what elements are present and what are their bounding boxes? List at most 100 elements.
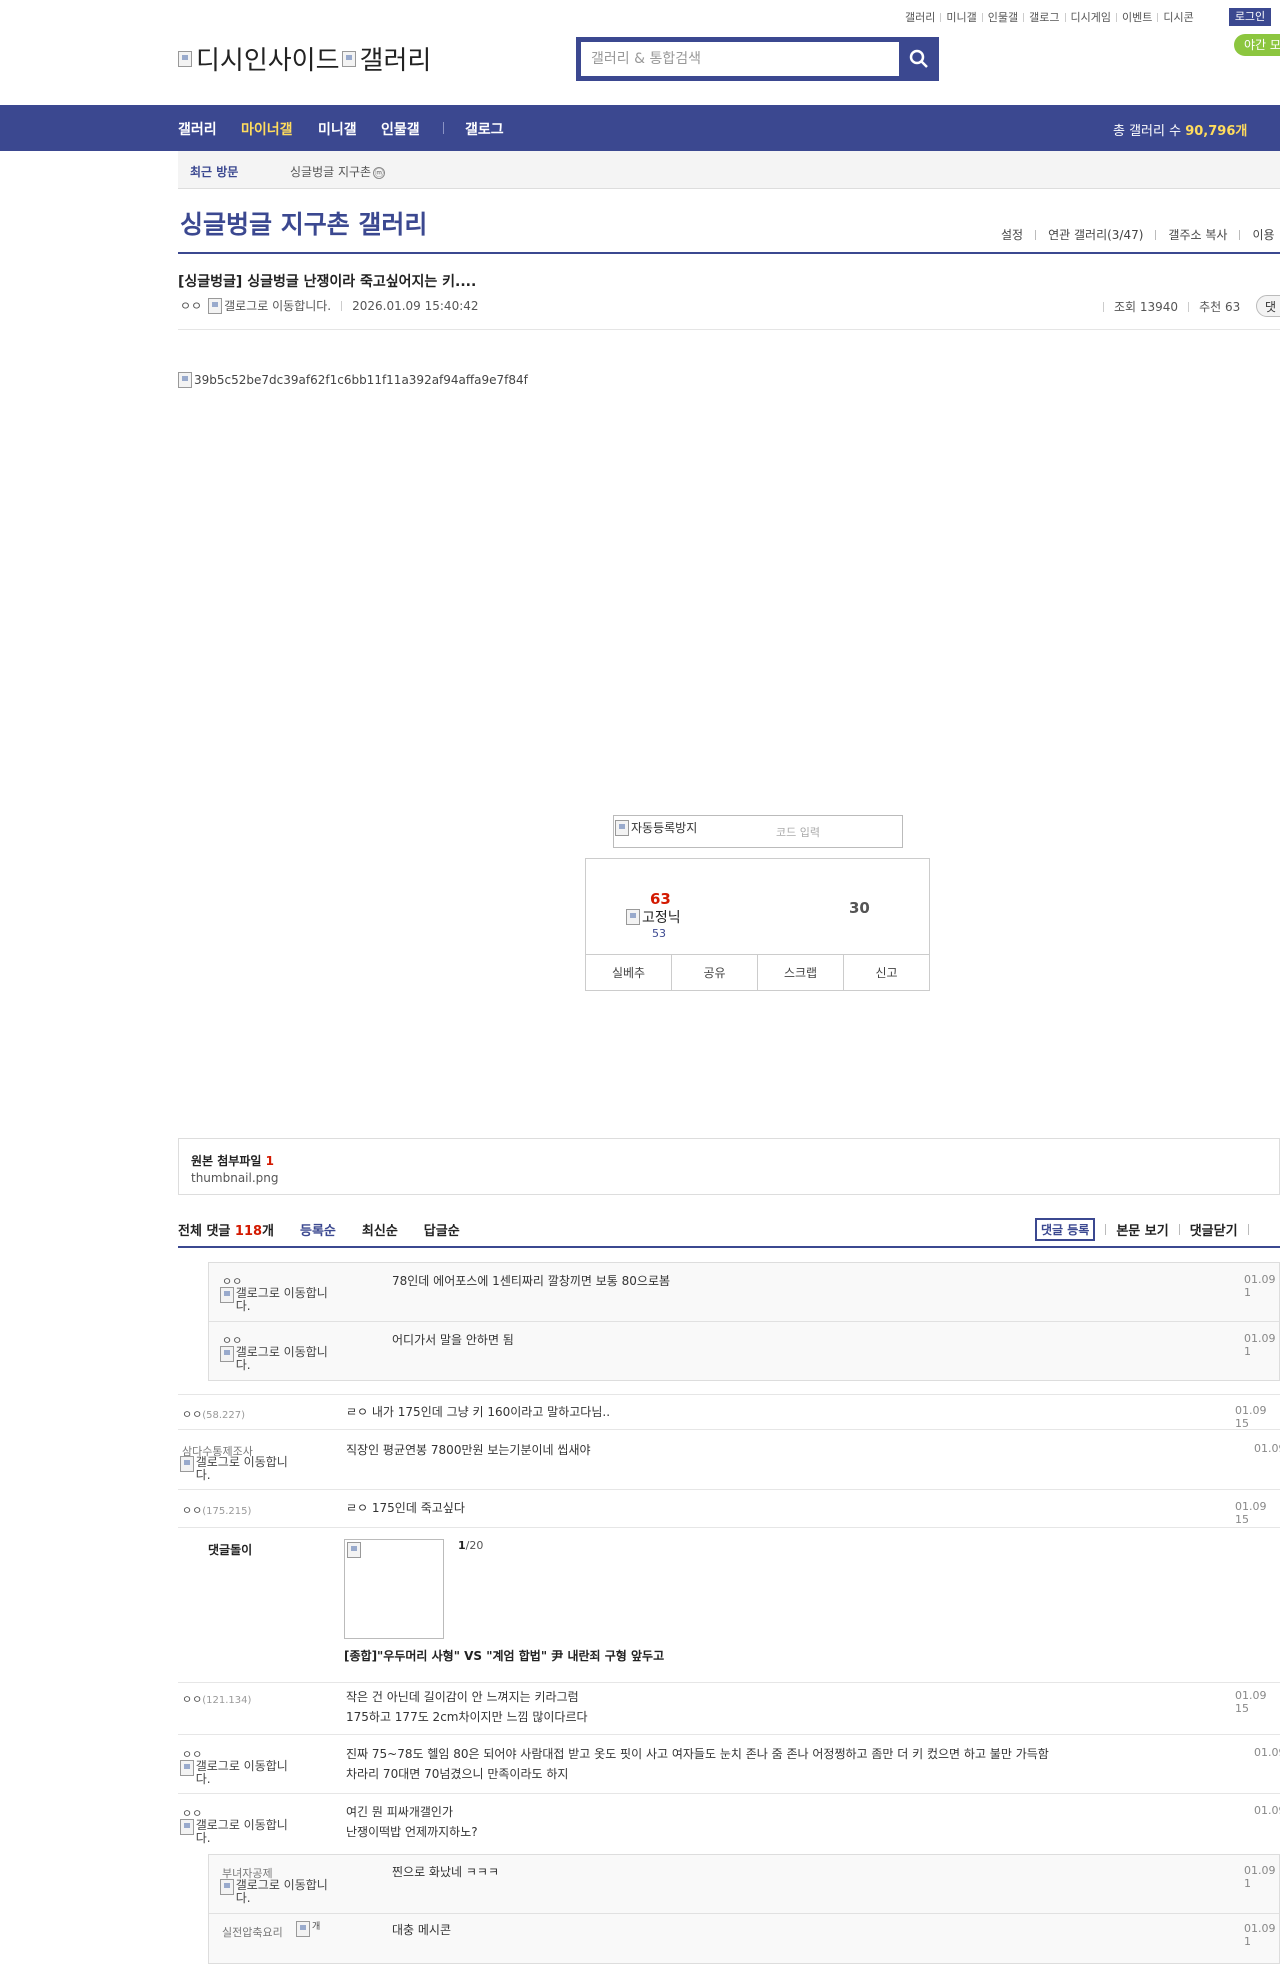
broken-image-icon bbox=[341, 50, 356, 67]
gallog-link[interactable]: 갤로그로 이동합니다. bbox=[208, 297, 331, 314]
nav-item-mini-gallery[interactable]: 미니갤 bbox=[318, 119, 357, 139]
broken-image-icon bbox=[615, 819, 629, 836]
captcha-input[interactable] bbox=[724, 820, 894, 844]
vote-box: 63 고정닉 53 30 실베추 공유 스크랩 신고 bbox=[585, 858, 930, 991]
comment-date: 01.09 1 bbox=[1244, 1332, 1276, 1358]
recent-visit-bar: 최근 방문 싱글벙글 지구촌 ⓜ bbox=[178, 151, 1280, 189]
broken-image-icon bbox=[626, 909, 640, 925]
top-link-dcgame[interactable]: 디시게임 bbox=[1071, 9, 1111, 25]
post-date: 2026.01.09 15:40:42 bbox=[352, 298, 479, 313]
post-views: 조회 13940 bbox=[1114, 300, 1179, 314]
comment-date: 01.09 15 bbox=[1235, 1500, 1267, 1526]
usage-link[interactable]: 이용 bbox=[1252, 226, 1274, 243]
gallog-link[interactable]: 갤로그로 이동합니다. bbox=[180, 1760, 300, 1786]
broken-image-icon bbox=[347, 1542, 361, 1558]
recent-visit-item[interactable]: 싱글벙글 지구촌 ⓜ bbox=[290, 163, 386, 180]
top-link-event[interactable]: 이벤트 bbox=[1122, 9, 1152, 25]
captcha-image: 자동등록방지 bbox=[615, 819, 697, 836]
nav-item-person-gallery[interactable]: 인물갤 bbox=[381, 119, 420, 139]
comment-text: 찐으로 화났네 ㅋㅋㅋ bbox=[392, 1865, 499, 1879]
comment-text: 여긴 뭔 피싸개갤인가 bbox=[346, 1805, 453, 1819]
comment-nick[interactable]: 실전압축요리 bbox=[222, 1924, 283, 1940]
comment-date: 01.09 1 bbox=[1244, 1864, 1276, 1890]
gallog-link[interactable]: 갤로그로 이동합니다. bbox=[180, 1819, 300, 1845]
site-logo[interactable]: 디시인사이드 갤러리 bbox=[178, 40, 431, 77]
comment-header: 전체 댓글 118개 등록순 최신순 답글순 bbox=[178, 1220, 460, 1239]
downvote-count[interactable]: 30 bbox=[849, 899, 870, 917]
post-recommends: 추천 63 bbox=[1199, 300, 1241, 314]
attachment-file-link[interactable]: thumbnail.png bbox=[191, 1171, 279, 1185]
sort-latest-tab[interactable]: 최신순 bbox=[362, 1220, 398, 1239]
attachment-title: 원본 첨부파일 1 bbox=[191, 1154, 274, 1168]
fixed-nick-recommend[interactable]: 고정닉 bbox=[626, 907, 681, 927]
comment-text: 대충 메시콘 bbox=[392, 1923, 452, 1937]
comment-bot-headline[interactable]: [종합]"우두머리 사형" VS "계엄 합법" 尹 내란죄 구형 앞두고 bbox=[344, 1647, 664, 1664]
comment-date: 01.09 1 bbox=[1244, 1273, 1276, 1299]
report-button[interactable]: 신고 bbox=[844, 955, 929, 991]
search-icon[interactable] bbox=[908, 48, 930, 70]
related-gallery-link[interactable]: 연관 갤러리(3/47) bbox=[1048, 226, 1143, 243]
minor-badge-icon: ⓜ bbox=[373, 167, 386, 179]
comment-count-button[interactable]: 댓 bbox=[1256, 295, 1280, 317]
comment-row bbox=[178, 1794, 1280, 1852]
sort-reply-tab[interactable]: 답글순 bbox=[424, 1220, 460, 1239]
comment-total: 전체 댓글 118개 bbox=[178, 1224, 275, 1239]
nav-item-minor-gallery[interactable]: 마이너갤 bbox=[241, 119, 293, 139]
top-link-gallery[interactable]: 갤러리 bbox=[905, 9, 935, 25]
comment-text: 진짜 75~78도 헬임 80은 되어야 사람대접 받고 옷도 핏이 사고 여자… bbox=[346, 1747, 1049, 1761]
night-mode-button[interactable]: 야간 모 bbox=[1234, 34, 1280, 56]
broken-image-icon bbox=[180, 1760, 194, 1776]
top-link-minigal[interactable]: 미니갤 bbox=[946, 9, 976, 25]
comment-bot-thumbnail[interactable] bbox=[344, 1539, 444, 1639]
recommend-count: 63 bbox=[650, 890, 671, 908]
comment-text: 78인데 에어포스에 1센티짜리 깔창끼면 보통 80으로봄 bbox=[392, 1274, 671, 1288]
logo-gallery-alt-text: 갤러리 bbox=[359, 46, 432, 76]
top-link-dccon[interactable]: 디시콘 bbox=[1163, 9, 1193, 25]
broken-image-icon bbox=[208, 297, 223, 314]
gallery-settings-link[interactable]: 설정 bbox=[1001, 226, 1023, 243]
comment-register-button[interactable]: 댓글 등록 bbox=[1035, 1218, 1096, 1241]
comment-row bbox=[178, 1394, 1280, 1430]
gallog-link[interactable]: 갤로그로 이동합니다. bbox=[180, 1456, 300, 1482]
post-stats: 조회 13940 추천 63 bbox=[1093, 298, 1240, 315]
nav-item-gallog[interactable]: 갤로그 bbox=[465, 119, 504, 139]
login-button[interactable]: 로그인 bbox=[1229, 8, 1271, 26]
top-links: 갤러리 미니갤 인물갤 갤로그 디시게임 이벤트 디시콘 bbox=[905, 10, 1194, 24]
copy-address-link[interactable]: 갤주소 복사 bbox=[1168, 226, 1227, 243]
comment-text: 난쟁이떡밥 언제까지하노? bbox=[346, 1825, 478, 1839]
comment-bot-label: 댓글돌이 bbox=[208, 1543, 253, 1557]
close-comments-button[interactable]: 댓글닫기 bbox=[1190, 1220, 1238, 1239]
gallery-title[interactable]: 싱글벙글 지구촌 갤러리 bbox=[180, 205, 427, 241]
search-input[interactable] bbox=[581, 42, 899, 76]
comment-nick[interactable]: ㅇㅇ(121.134) bbox=[182, 1691, 251, 1707]
view-body-button[interactable]: 본문 보기 bbox=[1116, 1220, 1168, 1239]
recent-visit-label: 최근 방문 bbox=[190, 165, 239, 179]
gallog-link[interactable]: 갤로그로 이동합니다. bbox=[220, 1287, 340, 1313]
comment-bot-section: 댓글돌이 1/20 [종합]"우두머리 사형" VS "계엄 합법" 尹 내란죄… bbox=[178, 1528, 1280, 1683]
comment-nick[interactable]: ㅇㅇ(175.215) bbox=[182, 1502, 251, 1518]
scrap-button[interactable]: 스크랩 bbox=[758, 955, 844, 991]
reply-box bbox=[208, 1854, 1280, 1964]
comment-nick[interactable]: ㅇㅇ(58.227) bbox=[182, 1406, 245, 1422]
top-link-gallog[interactable]: 갤로그 bbox=[1029, 9, 1059, 25]
sort-register-tab[interactable]: 등록순 bbox=[300, 1220, 336, 1239]
best-recommend-button[interactable]: 실베추 bbox=[586, 955, 672, 991]
post-writer[interactable]: ㅇㅇ bbox=[180, 297, 202, 314]
comment-text: 차라리 70대면 70넘겼으니 만족이라도 하지 bbox=[346, 1767, 569, 1781]
broken-image-icon bbox=[296, 1921, 310, 1937]
gallog-link[interactable]: 갤로그로 이동합니다. bbox=[220, 1346, 340, 1372]
comment-text: ㄹㅇ 내가 175인데 그냥 키 160이라고 말하고다님.. bbox=[346, 1405, 611, 1419]
nav-item-gallery[interactable]: 갤러리 bbox=[178, 119, 217, 139]
nick-icon: 개 bbox=[296, 1921, 336, 1937]
share-button[interactable]: 공유 bbox=[672, 955, 758, 991]
broken-image-icon bbox=[220, 1287, 234, 1303]
reply-box bbox=[208, 1262, 1280, 1381]
comment-row bbox=[178, 1490, 1280, 1528]
gallog-link[interactable]: 갤로그로 이동합니다. bbox=[220, 1879, 340, 1905]
post-meta: ㅇㅇ 갤로그로 이동합니다. 2026.01.09 15:40:42 bbox=[180, 297, 479, 314]
comment-row bbox=[178, 1683, 1280, 1735]
broken-image-icon bbox=[180, 1819, 194, 1835]
broken-image-icon bbox=[178, 50, 192, 67]
top-link-persongal[interactable]: 인물갤 bbox=[988, 9, 1018, 25]
broken-image-icon bbox=[220, 1346, 234, 1362]
